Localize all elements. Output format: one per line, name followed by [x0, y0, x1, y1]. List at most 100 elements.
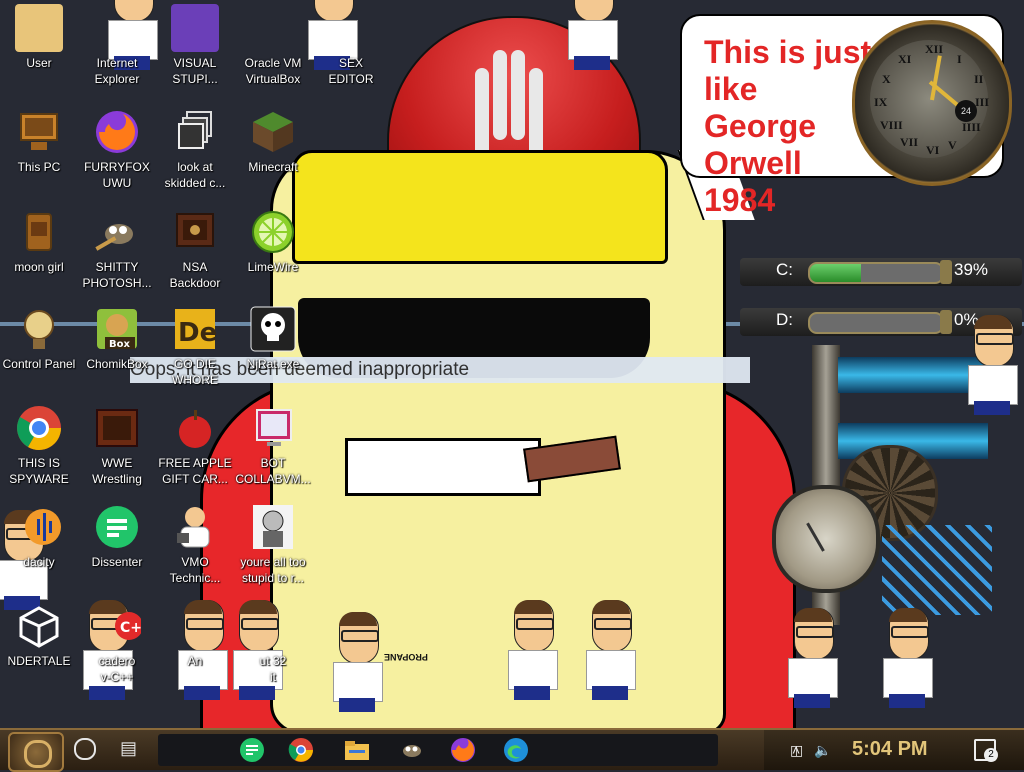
- desktop-icon-skidded-copy[interactable]: look at skidded c...: [156, 108, 234, 191]
- hank-figure: [560, 0, 620, 70]
- desktop-icon-audacity[interactable]: dacity: [0, 503, 78, 570]
- file-explorer-taskbar-icon[interactable]: [343, 736, 371, 764]
- wwe-icon: [93, 404, 141, 452]
- network-icon[interactable]: ◫: [790, 742, 803, 759]
- desktop-icon-label: LimeWire: [247, 260, 299, 274]
- desktop-icon-label: ut 32 it: [259, 654, 287, 684]
- desktop-icon-visual-studio[interactable]: VISUAL STUPI...: [156, 4, 234, 87]
- svg-text:C+: C+: [120, 620, 141, 636]
- clock-numeral: IIII: [962, 120, 981, 134]
- desktop-icon-gimp[interactable]: SHITTY PHOTOSH...: [78, 208, 156, 291]
- desktop-icon-collabvm[interactable]: BOT COLLABVM...: [234, 404, 312, 487]
- desktop-icon-dissenter[interactable]: Dissenter: [78, 503, 156, 570]
- desktop-icon-virtualbox[interactable]: Oracle VM VirtualBox: [234, 4, 312, 87]
- desktop-icon-label: NjRat.exe: [246, 357, 300, 371]
- dissenter-taskbar-icon[interactable]: [238, 736, 266, 764]
- desktop-icon-label: NSA Backdoor: [169, 260, 221, 290]
- desktop-icon-ut32[interactable]: ut 32 it: [234, 602, 312, 685]
- desktop-icon-user[interactable]: User: [0, 4, 78, 71]
- desktop-icon-control-panel[interactable]: Control Panel: [0, 305, 78, 372]
- desktop-icon-furryfox[interactable]: FURRYFOX UWU: [78, 108, 156, 191]
- search-icon[interactable]: [74, 738, 96, 760]
- desktop-icon-label: Oracle VM VirtualBox: [244, 56, 302, 86]
- desktop-icon-wwe[interactable]: WWE Wrestling: [78, 404, 156, 487]
- firefox-icon: [93, 108, 141, 156]
- desktop-icon-label: cadero v-C++: [98, 654, 136, 684]
- dissenter-icon: [93, 503, 141, 551]
- svg-text:De: De: [178, 318, 217, 348]
- edge-taskbar-icon[interactable]: [502, 736, 530, 764]
- drive-c-label: C:: [776, 260, 793, 279]
- limewire-icon: [249, 208, 297, 256]
- embarcadero-icon: C+: [93, 602, 143, 650]
- desktop-icon-chrome[interactable]: THIS IS SPYWARE: [0, 404, 78, 487]
- an-icon: [171, 602, 219, 650]
- wallpaper-hat-logo: [475, 50, 545, 160]
- wallpaper-mouth: [345, 438, 541, 496]
- gimp-taskbar-icon[interactable]: [396, 736, 424, 764]
- skull-icon: [249, 305, 297, 353]
- nsa-backdoor-icon: [171, 208, 219, 256]
- firefox-taskbar-icon[interactable]: [449, 736, 477, 764]
- task-view-icon[interactable]: ▤: [120, 738, 137, 759]
- desktop-icon-label: dacity: [23, 555, 55, 569]
- hank-figure: [780, 608, 840, 708]
- clock-numeral: XI: [898, 52, 912, 66]
- drive-c-percent: 39%: [954, 260, 989, 279]
- desktop-icon-label: WWE Wrestling: [92, 456, 142, 486]
- hank-figure: [578, 600, 638, 700]
- dreamweaver-icon: De: [171, 305, 219, 353]
- clock-numeral: VI: [926, 143, 940, 157]
- desktop-icon-limewire[interactable]: LimeWire: [234, 208, 312, 275]
- cpu-gauge: [772, 485, 880, 593]
- clock-numeral: VIII: [880, 118, 903, 132]
- desktop-icon-minecraft[interactable]: Minecraft: [234, 108, 312, 175]
- taskbar-clock[interactable]: 5:04 PM: [852, 738, 928, 761]
- chrome-taskbar-icon[interactable]: [287, 736, 315, 764]
- volume-muted-icon[interactable]: 🔈: [814, 742, 831, 759]
- desktop-icon-label: ChomikBox: [86, 357, 148, 371]
- user-folder-icon: [15, 4, 63, 52]
- desktop-icon-an[interactable]: An: [156, 602, 234, 669]
- desktop-icon-label: BOT COLLABVM...: [235, 456, 311, 486]
- desktop-icon-embarcadero[interactable]: C+ cadero v-C++: [78, 602, 156, 685]
- moon-girl-icon: [15, 208, 63, 256]
- ut32-icon: [249, 602, 297, 650]
- clock-numeral: VII: [900, 135, 919, 149]
- desktop-icon-label: Internet Explorer: [94, 56, 140, 86]
- desktop-icon-go-die[interactable]: De GO DIE WHORE: [156, 305, 234, 388]
- collabvm-icon: [249, 404, 297, 452]
- desktop-icon-free-apple[interactable]: FREE APPLE GIFT CAR...: [156, 404, 234, 487]
- clock-numeral: IX: [874, 95, 888, 109]
- desktop-icon-label: SHITTY PHOTOSH...: [82, 260, 152, 290]
- desktop-icon-moon-girl[interactable]: moon girl: [0, 208, 78, 275]
- apple-icon: [171, 404, 219, 452]
- desktop-icon-undertale[interactable]: NDERTALE: [0, 602, 78, 669]
- wallpaper-headband: [292, 150, 668, 264]
- hank-figure: [875, 608, 935, 708]
- internet-explorer-icon: [93, 4, 141, 52]
- hank-figure: [960, 315, 1020, 415]
- drive-d-tube: [808, 312, 944, 334]
- desktop-icon-sex-editor[interactable]: SEX EDITOR: [312, 4, 390, 87]
- desktop-icon-internet-explorer[interactable]: Internet Explorer: [78, 4, 156, 87]
- desktop-icon-nsa-backdoor[interactable]: NSA Backdoor: [156, 208, 234, 291]
- drive-c-gauge[interactable]: C: 39%: [740, 254, 1022, 290]
- desktop-icon-label: Dissenter: [91, 555, 143, 569]
- visual-studio-icon: [171, 4, 219, 52]
- desktop-icon-label: VMO Technic...: [169, 555, 221, 585]
- desktop-icon-label: look at skidded c...: [164, 160, 226, 190]
- desktop-icon-youre-all-too-stupid[interactable]: youre all too stupid to r...: [234, 503, 312, 586]
- hank-figure: [325, 612, 385, 712]
- desktop-icon-vmo-technic[interactable]: VMO Technic...: [156, 503, 234, 586]
- propane-tag: PROPANE: [384, 652, 428, 662]
- minecraft-icon: [249, 108, 297, 156]
- clock-24-dial: 24: [955, 100, 977, 122]
- desktop-icon-chomikbox[interactable]: Box ChomikBox: [78, 305, 156, 372]
- portrait-icon: [249, 503, 297, 551]
- start-button[interactable]: [8, 732, 64, 772]
- desktop-icon-njrat[interactable]: NjRat.exe: [234, 305, 312, 372]
- coil-decoration: [882, 525, 992, 615]
- taskbar: ▤ ˄ ◫ 🔈 5:04 PM 2: [0, 728, 1024, 772]
- desktop-icon-this-pc[interactable]: This PC: [0, 108, 78, 175]
